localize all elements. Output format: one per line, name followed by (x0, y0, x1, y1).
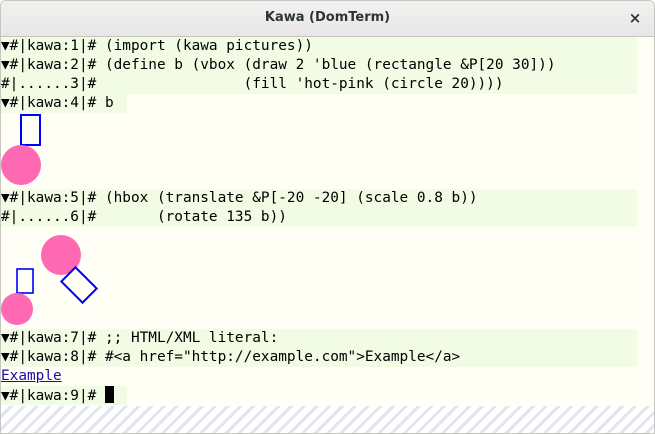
title-bar[interactable]: Kawa (DomTerm) × (1, 1, 654, 37)
input-line[interactable]: ▼#|kawa:5|# (hbox (translate &P[-20 -20]… (1, 189, 637, 208)
prompt: ▼#|kawa:1|# (1, 38, 105, 54)
input-line[interactable]: ▼#|kawa:7|# ;; HTML/XML literal: (1, 329, 637, 348)
terminal-window: Kawa (DomTerm) × ▼#|kawa:1|# (import (ka… (0, 0, 655, 434)
prompt: ▼#|kawa:4|# (1, 95, 105, 111)
scaled-blue-rectangle (16, 268, 34, 294)
picture-output-hbox (1, 235, 99, 325)
text-cursor (104, 386, 114, 403)
code-text: (define b (vbox (draw 2 'blue (rectangle… (104, 57, 556, 73)
blue-rectangle (20, 114, 41, 146)
continuation-prompt: #|......6|# (1, 209, 105, 225)
code-text: #<a href="http://example.com">Example</a… (104, 349, 461, 365)
example-link[interactable]: Example (1, 368, 62, 384)
code-text: b (104, 95, 114, 111)
active-input-line[interactable]: ▼#|kawa:9|# (1, 386, 127, 405)
code-text: (rotate 135 b)) (104, 209, 287, 225)
code-text: ;; HTML/XML literal: (104, 330, 279, 346)
window-title: Kawa (DomTerm) (264, 10, 391, 25)
terminal-area[interactable]: ▼#|kawa:1|# (import (kawa pictures)) ▼#|… (1, 37, 654, 406)
continuation-prompt: #|......3|# (1, 76, 105, 92)
code-text: (hbox (translate &P[-20 -20] (scale 0.8 … (104, 190, 478, 206)
input-line[interactable]: ▼#|kawa:2|# (define b (vbox (draw 2 'blu… (1, 56, 637, 75)
prompt: ▼#|kawa:2|# (1, 57, 105, 73)
prompt: ▼#|kawa:7|# (1, 330, 105, 346)
code-text: (import (kawa pictures)) (104, 38, 313, 54)
input-line[interactable]: ▼#|kawa:8|# #<a href="http://example.com… (1, 348, 637, 367)
hot-pink-circle (1, 145, 41, 185)
scaled-hot-pink-circle (1, 293, 33, 325)
input-line[interactable]: #|......3|# (fill 'hot-pink (circle 20))… (1, 75, 637, 94)
picture-output-vbox (1, 114, 41, 185)
input-line[interactable]: ▼#|kawa:1|# (import (kawa pictures)) (1, 37, 637, 56)
prompt: ▼#|kawa:8|# (1, 349, 105, 365)
code-text: (fill 'hot-pink (circle 20)))) (104, 76, 504, 92)
input-line[interactable]: ▼#|kawa:4|# b (1, 94, 127, 113)
prompt: ▼#|kawa:5|# (1, 190, 105, 206)
output-line: Example (1, 367, 62, 386)
prompt: ▼#|kawa:9|# (1, 388, 105, 404)
close-icon[interactable]: × (626, 9, 644, 27)
input-line[interactable]: #|......6|# (rotate 135 b)) (1, 208, 637, 227)
empty-area-pattern (1, 406, 654, 433)
